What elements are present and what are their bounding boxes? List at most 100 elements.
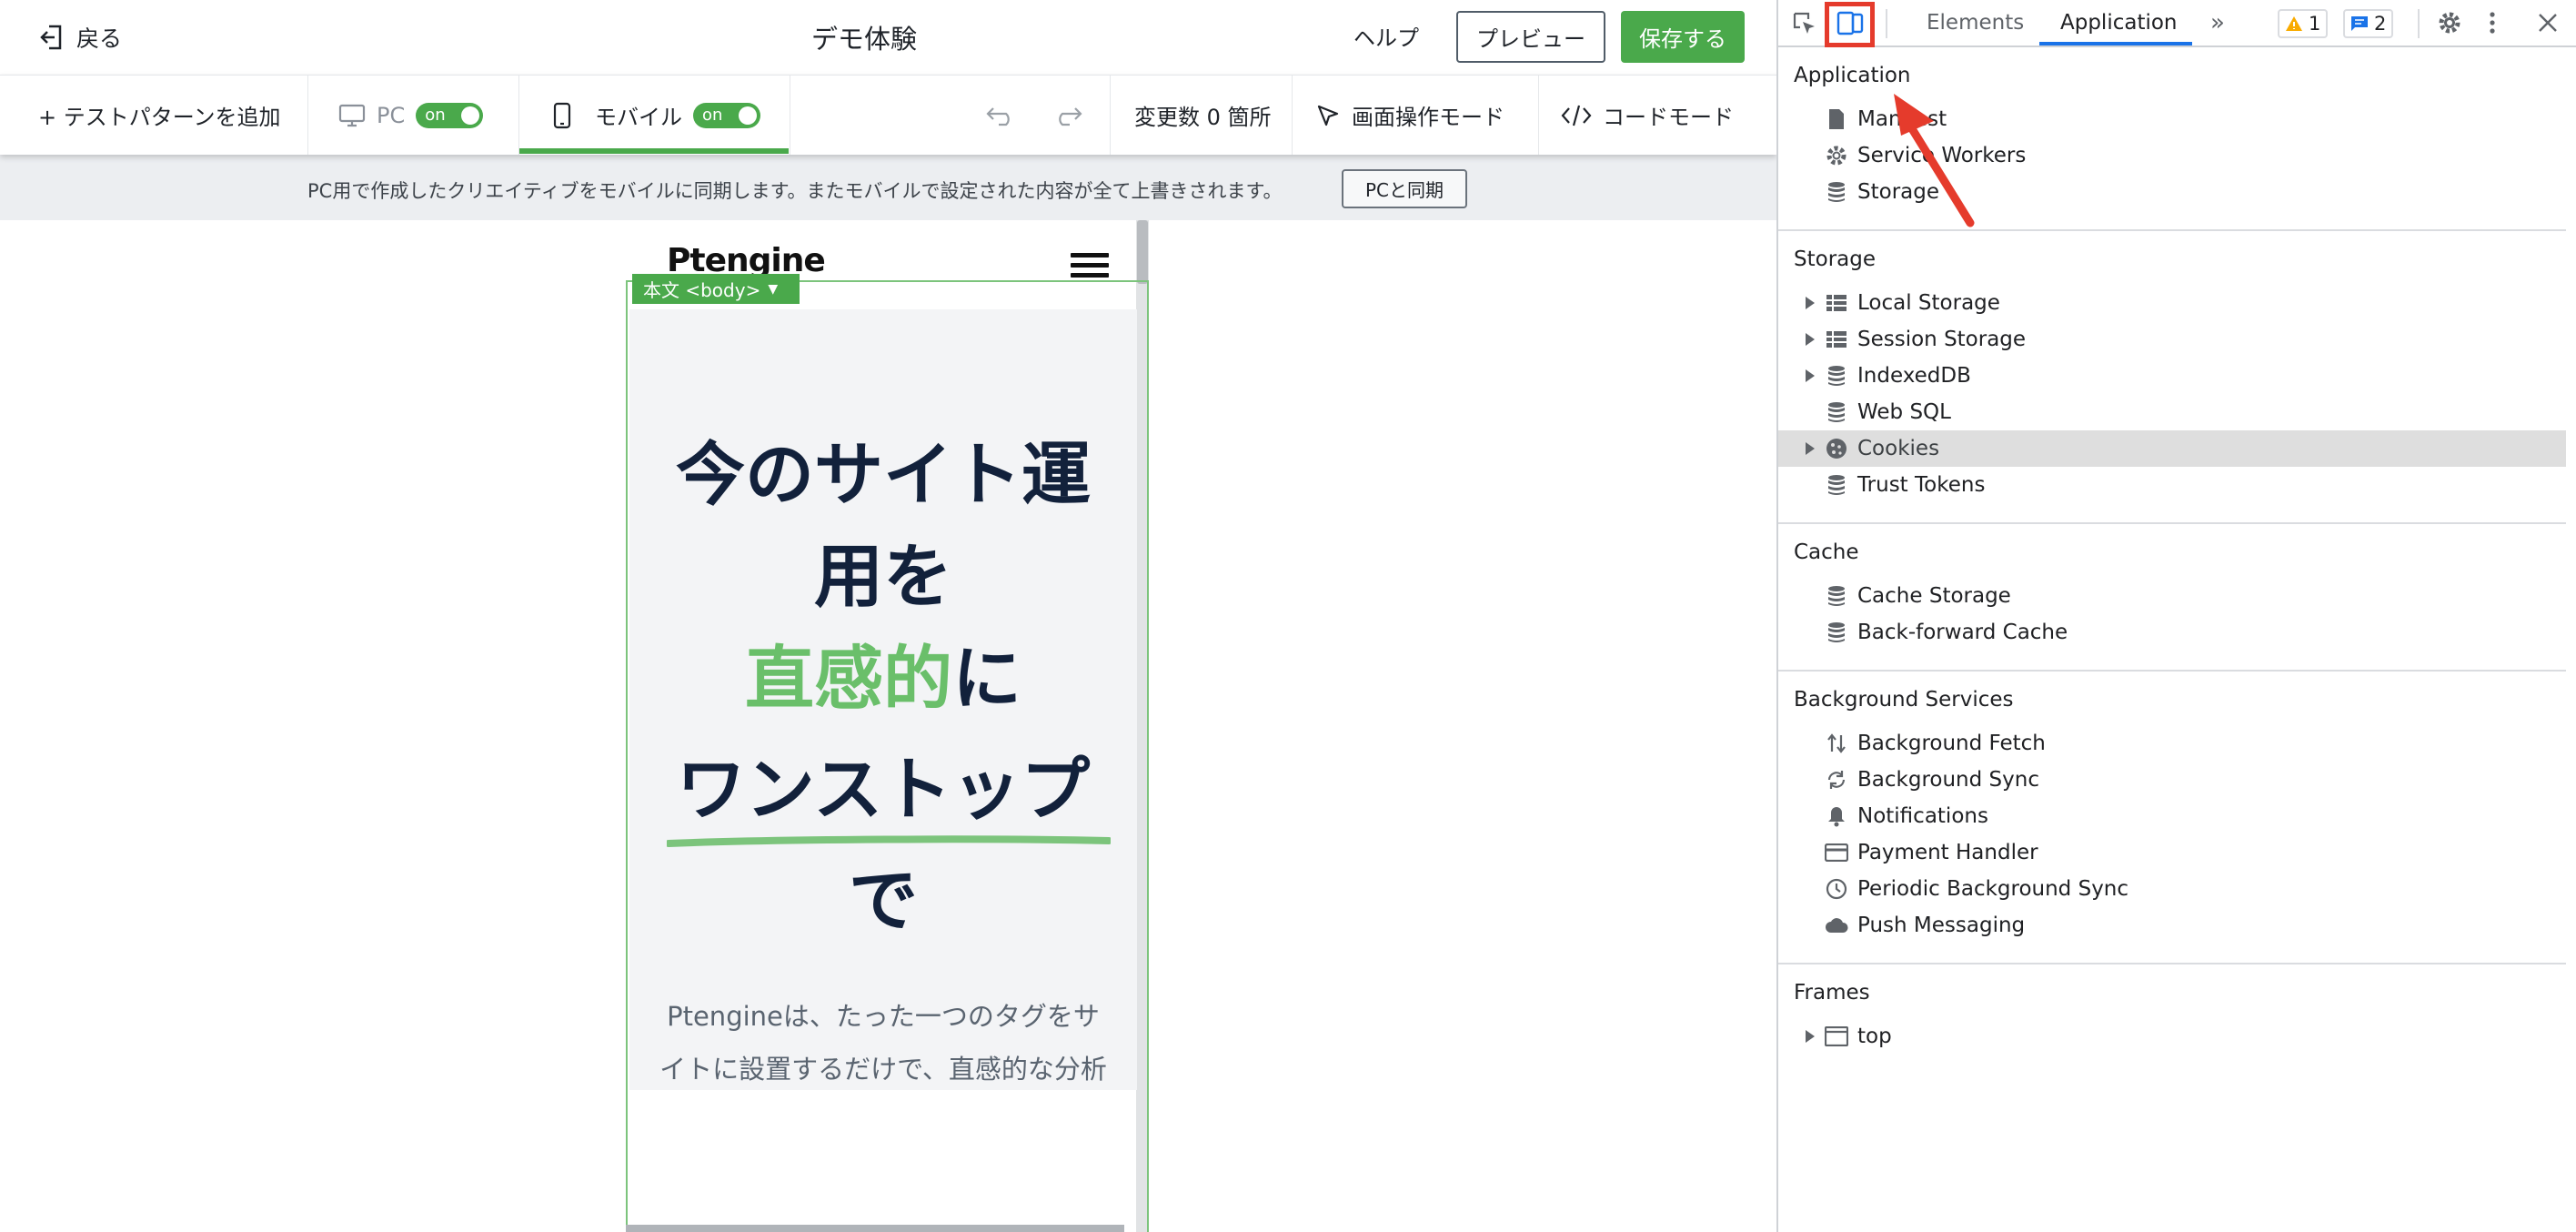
editor-panel: 戻る デモ体験 ヘルプ プレビュー 保存する + テストパターンを追加 PC o… bbox=[0, 0, 1776, 1232]
expand-arrow-icon[interactable] bbox=[1806, 369, 1815, 382]
close-icon[interactable] bbox=[2531, 0, 2564, 45]
editor-toolbar: + テストパターンを追加 PC on モバイル on 変更数 0 箇所 画面操作… bbox=[0, 75, 1776, 155]
preview-scrollbar[interactable] bbox=[1136, 220, 1149, 1232]
tree-item-indexeddb[interactable]: IndexedDB bbox=[1778, 358, 2566, 394]
expand-arrow-icon[interactable] bbox=[1806, 442, 1815, 455]
document-icon bbox=[1824, 106, 1849, 132]
tree-item-label: Session Storage bbox=[1857, 328, 2027, 351]
tree-item-web-sql[interactable]: Web SQL bbox=[1778, 394, 2566, 430]
pc-toggle[interactable]: on bbox=[416, 102, 484, 128]
warnings-badge[interactable]: 1 bbox=[2278, 9, 2329, 38]
horizontal-scrollbar[interactable] bbox=[626, 1225, 1124, 1232]
mobile-device-tab[interactable]: モバイル on bbox=[553, 76, 760, 155]
preview-canvas: Ptengine 今のサイト運 用を 直感的に ワンストップ で Ptengin… bbox=[0, 220, 1776, 1232]
tree-item-background-sync[interactable]: Background Sync bbox=[1778, 762, 2566, 798]
tree-item-label: IndexedDB bbox=[1857, 364, 1971, 388]
tree-item-local-storage[interactable]: Local Storage bbox=[1778, 285, 2566, 321]
hamburger-menu-icon[interactable] bbox=[1071, 253, 1109, 280]
cloud-icon bbox=[1824, 913, 1849, 938]
change-count: 変更数 0 箇所 bbox=[1134, 105, 1272, 130]
active-tab-underline bbox=[2039, 42, 2192, 45]
tree-item-label: Background Sync bbox=[1857, 768, 2039, 792]
tree-item-cache-storage[interactable]: Cache Storage bbox=[1778, 578, 2566, 614]
tab-elements[interactable]: Elements bbox=[1927, 0, 2024, 45]
section-title-storage: Storage bbox=[1794, 247, 1876, 271]
devtools-toolbar: Elements Application » 1 2 bbox=[1778, 0, 2576, 47]
pc-device-tab[interactable]: PC on bbox=[338, 76, 484, 155]
database-icon bbox=[1824, 179, 1849, 205]
hero-headline-line: で bbox=[849, 860, 918, 941]
messages-badge[interactable]: 2 bbox=[2343, 9, 2394, 38]
tree-item-frame-top[interactable]: top bbox=[1778, 1018, 2566, 1055]
tree-item-session-storage[interactable]: Session Storage bbox=[1778, 321, 2566, 358]
add-test-pattern-button[interactable]: + テストパターンを追加 bbox=[38, 76, 281, 155]
toolbar-divider bbox=[307, 76, 308, 155]
active-tab-indicator bbox=[519, 148, 789, 154]
warning-icon bbox=[2286, 16, 2302, 31]
sync-with-pc-button[interactable]: PCと同期 bbox=[1342, 169, 1467, 208]
tree-item-push-messaging[interactable]: Push Messaging bbox=[1778, 907, 2566, 944]
screen-operation-mode-label: 画面操作モード bbox=[1352, 105, 1504, 130]
cursor-icon bbox=[1317, 105, 1339, 126]
up-down-arrows-icon bbox=[1824, 731, 1849, 756]
message-icon bbox=[2351, 16, 2368, 31]
tree-item-label: Local Storage bbox=[1857, 291, 2000, 315]
tree-item-cookies[interactable]: Cookies bbox=[1778, 430, 2566, 467]
screen-operation-mode-button[interactable]: 画面操作モード bbox=[1315, 76, 1504, 155]
save-button[interactable]: 保存する bbox=[1621, 11, 1745, 63]
highlight-annotation-box bbox=[1825, 2, 1875, 47]
bell-icon bbox=[1824, 803, 1849, 829]
preview-button[interactable]: プレビュー bbox=[1456, 11, 1605, 63]
clock-icon bbox=[1824, 876, 1849, 902]
settings-gear-icon[interactable] bbox=[2433, 0, 2466, 45]
tree-item-periodic-background-sync[interactable]: Periodic Background Sync bbox=[1778, 871, 2566, 907]
warnings-count: 1 bbox=[2309, 13, 2321, 35]
sync-notice-bar: PC用で作成したクリエイティブをモバイルに同期します。またモバイルで設定された内… bbox=[0, 155, 1776, 220]
redo-button[interactable] bbox=[1052, 76, 1082, 155]
more-options-icon[interactable] bbox=[2479, 0, 2506, 45]
database-icon bbox=[1824, 583, 1849, 609]
undo-button[interactable] bbox=[986, 76, 1017, 155]
grid-table-icon bbox=[1824, 290, 1849, 316]
tree-item-trust-tokens[interactable]: Trust Tokens bbox=[1778, 467, 2566, 503]
editor-header: 戻る デモ体験 ヘルプ プレビュー 保存する bbox=[0, 0, 1776, 75]
toolbar-divider bbox=[2418, 9, 2420, 38]
element-tag-text: 本文 <body> bbox=[643, 279, 761, 301]
tree-item-label: Trust Tokens bbox=[1857, 473, 1986, 497]
hero-headline-line: 用を bbox=[814, 536, 952, 617]
mobile-toggle[interactable]: on bbox=[693, 102, 760, 128]
section-title-frames: Frames bbox=[1794, 981, 1870, 1005]
tree-item-label: Notifications bbox=[1857, 804, 1988, 828]
tree-item-label: top bbox=[1857, 1025, 1892, 1048]
tab-application[interactable]: Application bbox=[2060, 0, 2178, 45]
tree-item-label: Cache Storage bbox=[1857, 584, 2011, 608]
cookie-icon bbox=[1824, 436, 1849, 461]
tree-item-notifications[interactable]: Notifications bbox=[1778, 798, 2566, 834]
grid-table-icon bbox=[1824, 327, 1849, 352]
gear-icon bbox=[1824, 143, 1849, 168]
expand-arrow-icon[interactable] bbox=[1806, 333, 1815, 346]
help-link[interactable]: ヘルプ bbox=[1353, 20, 1419, 52]
database-icon bbox=[1824, 363, 1849, 389]
expand-arrow-icon[interactable] bbox=[1806, 297, 1815, 309]
toolbar-divider bbox=[518, 76, 519, 155]
more-tabs-icon[interactable]: » bbox=[2206, 0, 2229, 45]
code-mode-button[interactable]: コードモード bbox=[1561, 76, 1734, 155]
tree-item-label: Web SQL bbox=[1857, 400, 1951, 424]
sync-icon bbox=[1824, 767, 1849, 793]
database-icon bbox=[1824, 399, 1849, 425]
credit-card-icon bbox=[1824, 840, 1849, 865]
expand-arrow-icon[interactable] bbox=[1806, 1030, 1815, 1043]
toolbar-divider bbox=[1110, 76, 1111, 155]
inspect-element-icon[interactable] bbox=[1789, 0, 1820, 45]
preview-scrollbar-thumb[interactable] bbox=[1137, 220, 1148, 284]
toolbar-divider bbox=[1292, 76, 1293, 155]
tree-item-background-fetch[interactable]: Background Fetch bbox=[1778, 725, 2566, 762]
tree-item-back-forward-cache[interactable]: Back-forward Cache bbox=[1778, 614, 2566, 651]
sync-notice-text: PC用で作成したクリエイティブをモバイルに同期します。またモバイルで設定された内… bbox=[307, 180, 1283, 202]
element-tag-label[interactable]: 本文 <body> ▼ bbox=[632, 274, 800, 304]
undo-icon bbox=[986, 106, 1010, 126]
tree-item-payment-handler[interactable]: Payment Handler bbox=[1778, 834, 2566, 871]
code-mode-label: コードモード bbox=[1603, 105, 1734, 130]
tree-item-label: Back-forward Cache bbox=[1857, 621, 2068, 644]
